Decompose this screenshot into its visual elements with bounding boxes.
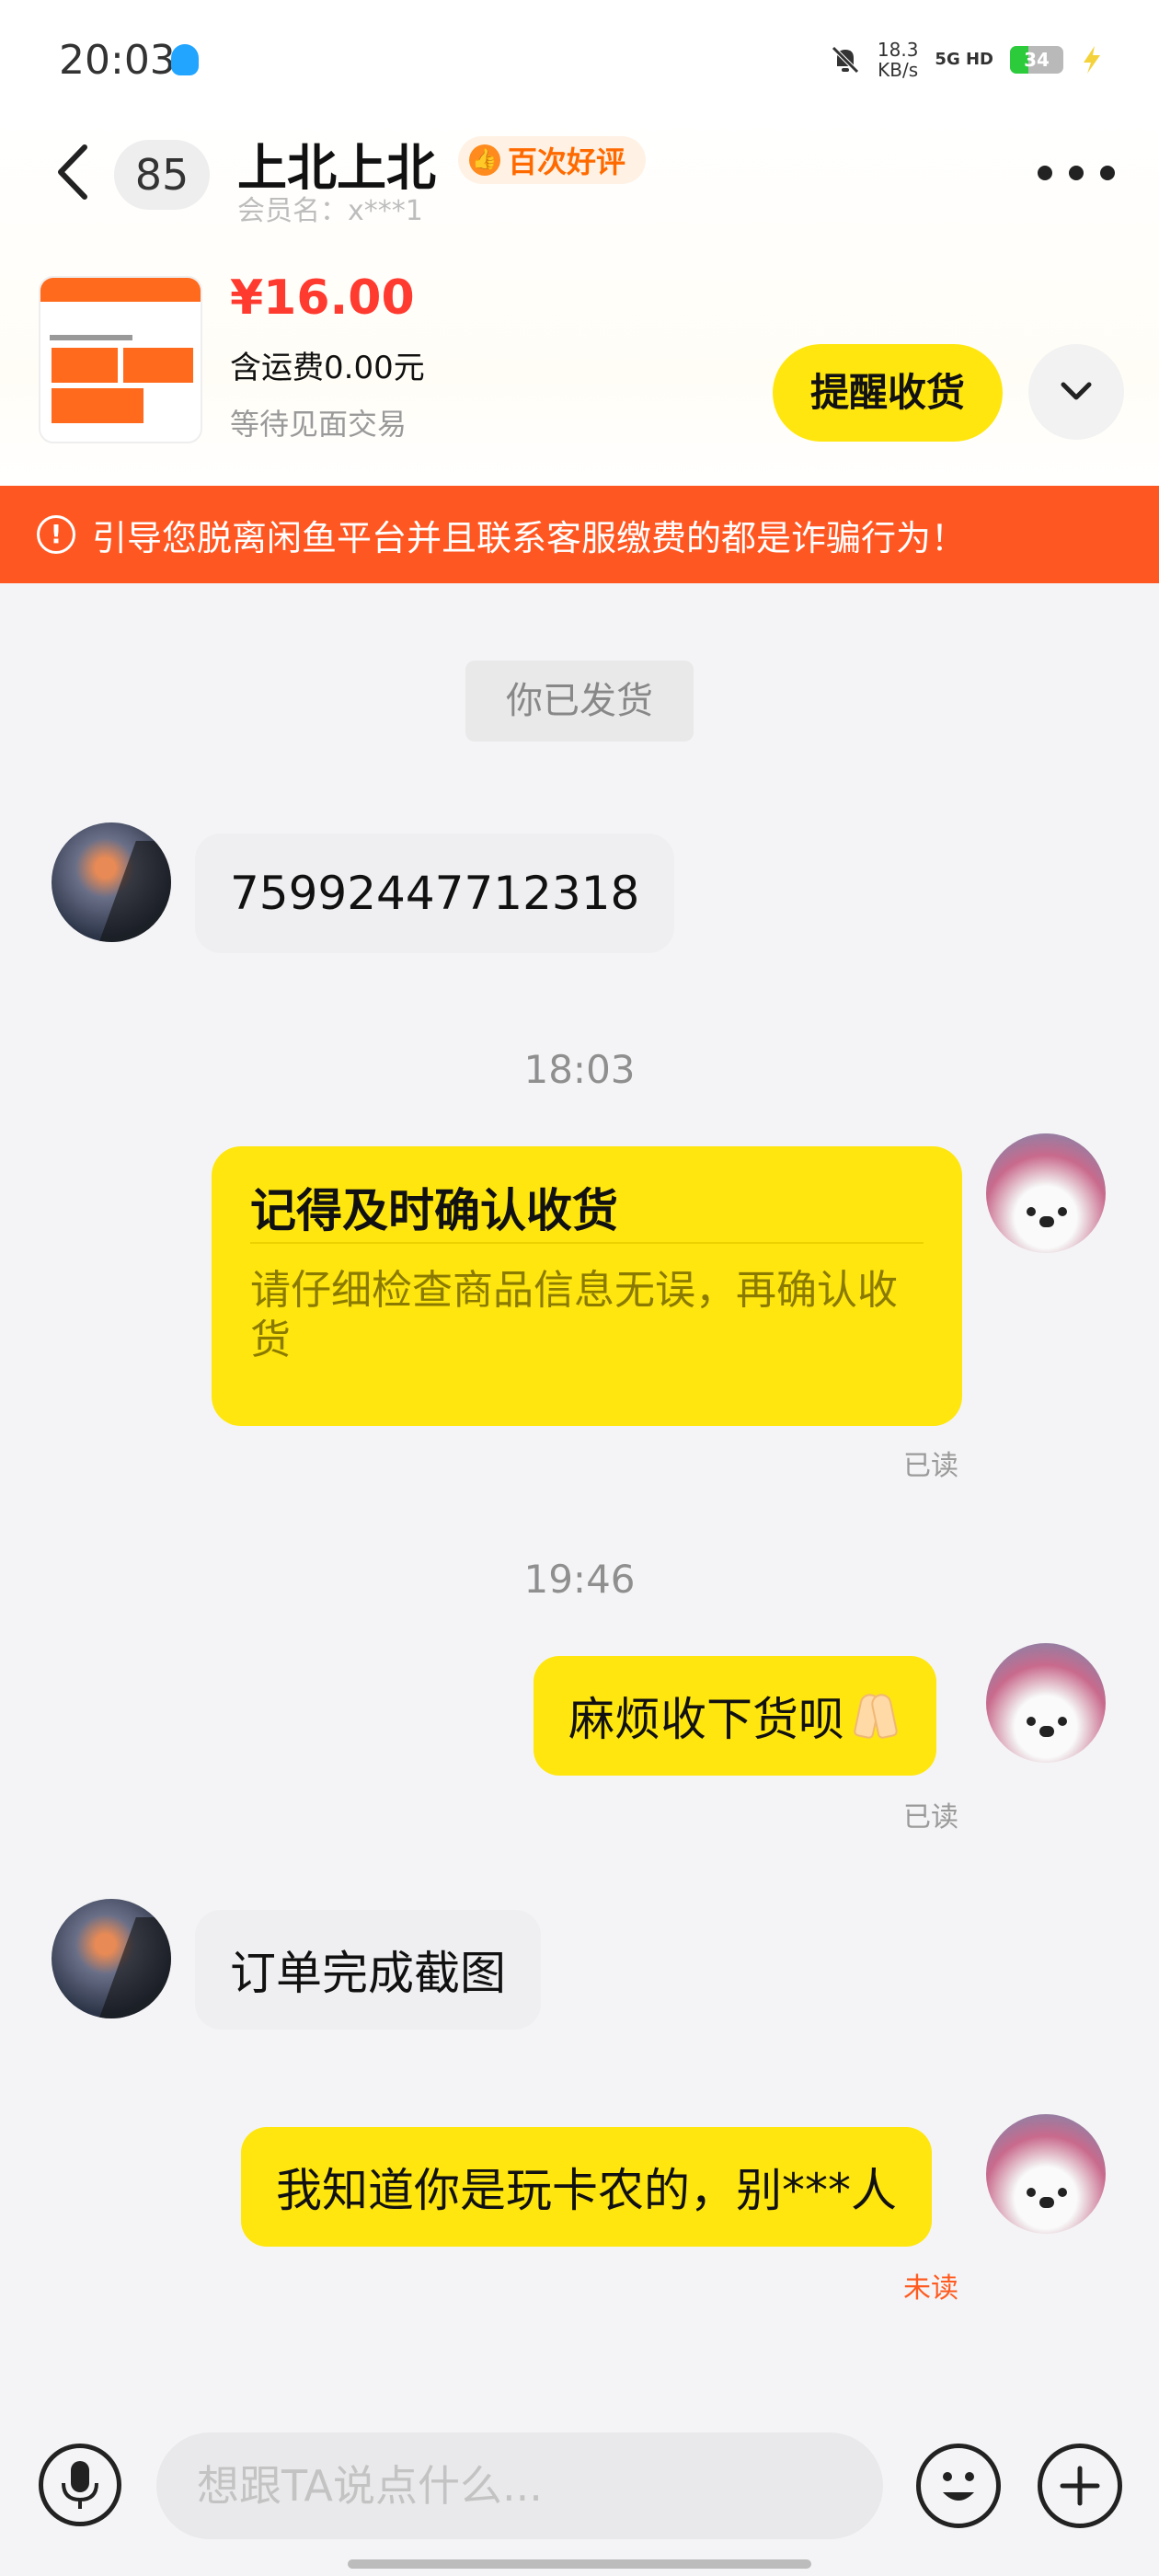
my-avatar[interactable] [986,1133,1106,1253]
message-timestamp: 18:03 [523,1047,636,1092]
warning-icon: ! [37,515,75,554]
message-text: 订单完成截图 [230,1947,506,2000]
read-status: 已读 [903,1450,958,1482]
status-bar: 20:03 18.3 KB/s 5G HD 34 [0,0,1159,120]
message-timestamp: 19:46 [523,1557,636,1602]
emoji-button[interactable] [916,2444,1001,2528]
more-actions-button[interactable] [1038,2444,1122,2528]
seller-avatar[interactable] [52,822,171,942]
remind-receipt-button[interactable]: 提醒收货 [773,344,1003,442]
message-text: 麻烦收下货呗 [568,1693,844,1746]
unread-count-badge[interactable]: 85 [114,140,210,210]
seller-message-bubble[interactable]: 75992447712318 [195,834,675,953]
expand-button[interactable] [1028,344,1124,440]
battery-indicator: 34 [1010,46,1063,74]
fraud-warning-bar: ! 引导您脱离闲鱼平台并且联系客服缴费的都是诈骗行为！ [0,486,1159,583]
praying-hands-icon [850,1690,901,1742]
message-input[interactable] [156,2432,883,2539]
mute-icon [832,46,859,74]
microphone-icon [62,2461,98,2509]
plus-icon [1060,2466,1100,2506]
qq-notification-icon [171,44,199,75]
my-message-bubble[interactable]: 我知道你是玩卡农的，别***人 [241,2127,932,2247]
card-title: 记得及时确认收货 [250,1174,924,1244]
system-message-shipped: 你已发货 [465,661,694,742]
battery-level: 34 [1024,49,1050,71]
card-body: 请仔细检查商品信息无误，再确认收货 [250,1267,898,1363]
net-speed: 18.3 KB/s [878,40,919,80]
warning-text: 引导您脱离闲鱼平台并且联系客服缴费的都是诈骗行为！ [92,517,967,558]
seller-message-bubble[interactable]: 订单完成截图 [195,1910,541,2030]
chevron-down-icon [1061,382,1092,400]
review-badge[interactable]: 👍 百次好评 [458,136,647,184]
net-speed-unit: KB/s [878,59,919,81]
net-speed-value: 18.3 [877,39,919,61]
review-badge-label: 百次好评 [508,144,626,179]
voice-button[interactable] [39,2444,121,2526]
confirm-receipt-card[interactable]: 记得及时确认收货 请仔细检查商品信息无误，再确认收货 [212,1146,962,1426]
home-indicator[interactable] [348,2559,811,2569]
charging-icon [1084,46,1100,74]
product-price: ¥16.00 [230,270,415,326]
my-avatar[interactable] [986,2114,1106,2234]
my-message-bubble[interactable]: 麻烦收下货呗 [534,1656,936,1776]
product-thumbnail[interactable] [39,276,202,443]
seller-avatar[interactable] [52,1899,171,2018]
thumbs-up-icon: 👍 [469,144,500,176]
message-text: 75992447712318 [230,867,640,920]
member-name: 会员名：x***1 [237,195,423,227]
back-arrow-icon[interactable] [52,140,98,204]
smiley-icon [943,2472,974,2501]
more-options-icon[interactable] [1038,155,1115,191]
status-time: 20:03 [59,37,176,84]
trade-status: 等待见面交易 [230,407,407,442]
shipping-fee: 含运费0.00元 [230,350,425,386]
my-avatar[interactable] [986,1643,1106,1763]
status-icons: 18.3 KB/s 5G HD 34 [830,37,1104,83]
message-text: 我知道你是玩卡农的，别***人 [276,2164,897,2217]
network-type: 5G HD [935,50,993,69]
unread-status: 未读 [903,2272,958,2305]
read-status: 已读 [903,1801,958,1834]
